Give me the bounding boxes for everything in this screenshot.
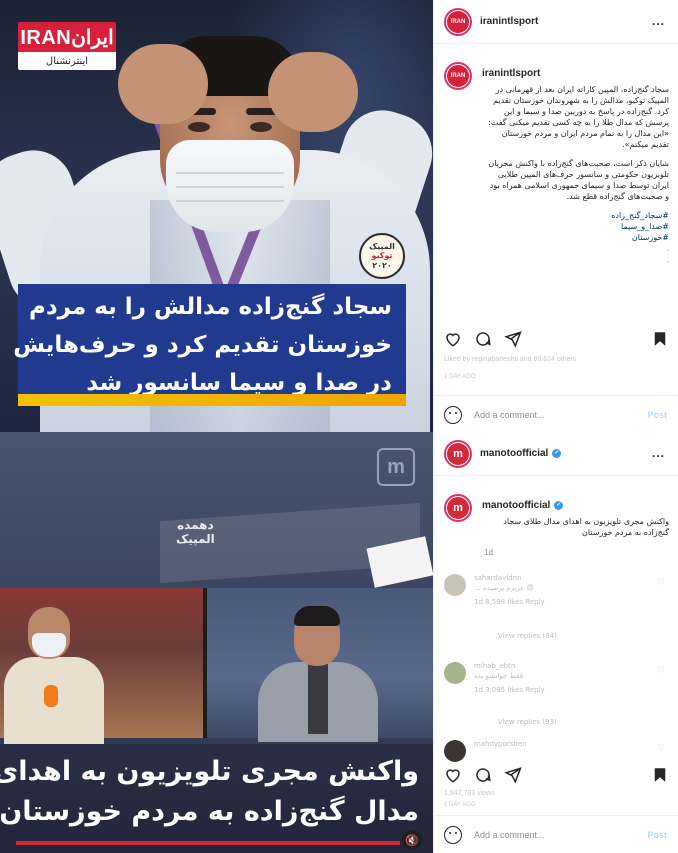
- image-caption-overlay: سجاد گنج‌زاده مدالش را به مردم خوزستان ت…: [13, 284, 406, 406]
- video-progress-bar[interactable]: [16, 841, 400, 845]
- action-bar: [444, 762, 669, 788]
- verified-badge-icon: ✓: [552, 448, 562, 458]
- post-timestamp: 1 DAY AGO: [444, 802, 476, 808]
- hashtag-link[interactable]: #سجاد_گنج_زاده: [484, 210, 669, 221]
- comment-like-icon[interactable]: ♡: [657, 578, 665, 588]
- post-caption: m manotoofficial ✓ واکنش مجری تلویزیون به…: [444, 494, 669, 564]
- caption-dots: . .: [666, 244, 669, 264]
- avatar[interactable]: [444, 662, 466, 684]
- avatar[interactable]: m: [444, 439, 472, 468]
- athlete-figure: [4, 607, 104, 747]
- share-icon[interactable]: [504, 330, 522, 348]
- post-iranintlsport: IRANایران اینترنشنال المپیک توکیو ۲۰۲۰ س…: [0, 0, 678, 432]
- emoji-icon[interactable]: [444, 405, 462, 424]
- comment-icon[interactable]: [474, 330, 492, 348]
- post-manotoofficial: m دهمده المپیک واکنش مجری تلویزیون به اه…: [0, 432, 678, 853]
- anchor-figure: [258, 606, 378, 742]
- like-heart-icon[interactable]: [444, 330, 462, 348]
- username-link[interactable]: manotoofficial ✓: [480, 448, 562, 459]
- post-sidebar: m manotoofficial ✓ ... m manotoofficial ✓ …: [433, 432, 678, 853]
- caption-line: واکنش مجری تلویزیون به اهدای: [0, 756, 419, 787]
- save-bookmark-icon[interactable]: [651, 330, 669, 348]
- video-caption-overlay: واکنش مجری تلویزیون به اهدای مدال گنج‌زا…: [0, 744, 433, 853]
- avatar[interactable]: IRAN: [444, 62, 472, 90]
- comment-like-icon[interactable]: ♡: [657, 744, 665, 754]
- emoji-icon[interactable]: [444, 825, 462, 844]
- views-count[interactable]: 1,842,783 views: [444, 790, 495, 797]
- comment-item: sahardavidnn 😠 عزیزم پرسیده ... 1d 8,598…: [444, 574, 669, 614]
- caption-line: مدال گنج‌زاده به مردم خوزستان: [0, 796, 419, 827]
- comment-icon[interactable]: [474, 766, 492, 784]
- post-comment-button[interactable]: Post: [647, 830, 667, 840]
- view-replies-link[interactable]: View replies (93): [498, 718, 557, 726]
- post-header: IRAN iranintlsport ...: [434, 0, 678, 44]
- caption-line: خوزستان تقدیم کرد و حرف‌هایش: [13, 332, 392, 358]
- comment-input[interactable]: Add a comment...: [474, 410, 647, 420]
- more-options-icon[interactable]: ...: [652, 14, 665, 28]
- olympics-banner-text: دهمده المپیک: [176, 518, 215, 547]
- avatar[interactable]: IRAN: [444, 7, 472, 36]
- likes-count[interactable]: Liked by reginabaheshti and 98,624 other…: [444, 356, 576, 363]
- iran-international-logo: IRANایران اینترنشنال: [18, 22, 116, 70]
- post-sidebar: IRAN iranintlsport ... IRAN iranintlspor…: [433, 0, 678, 432]
- tokyo-olympics-badge: المپیک توکیو ۲۰۲۰: [359, 233, 405, 279]
- caption-text: واکنش مجری تلویزیون به اهدای مدال طلای س…: [503, 517, 669, 537]
- like-heart-icon[interactable]: [444, 766, 462, 784]
- post-video[interactable]: m دهمده المپیک واکنش مجری تلویزیون به اه…: [0, 432, 433, 853]
- more-options-icon[interactable]: ...: [652, 446, 665, 460]
- avatar[interactable]: m: [444, 494, 472, 522]
- avatar[interactable]: [444, 740, 466, 762]
- caption-username[interactable]: iranintlsport: [482, 68, 540, 79]
- post-caption: IRAN iranintlsport سجاد گنج‌زاده، المپین…: [444, 62, 669, 302]
- caption-time: 1d: [484, 548, 493, 557]
- save-bookmark-icon[interactable]: [651, 766, 669, 784]
- verified-badge-icon: ✓: [554, 500, 564, 510]
- post-comment-button[interactable]: Post: [647, 410, 667, 420]
- comment-item: mihab_ebtn فقط جوابشو بده 1d 3,095 likes…: [444, 662, 669, 702]
- caption-paragraph: شایان ذکر است، صحبت‌های گنج‌زاده با واکن…: [488, 159, 669, 201]
- caption-username[interactable]: manotoofficial ✓: [482, 500, 564, 511]
- add-comment-bar: Add a comment... Post: [434, 395, 678, 433]
- manoto-logo: m: [377, 448, 415, 486]
- hashtag-link[interactable]: #صدا_و_سیما: [484, 221, 669, 232]
- caption-accent-bar: [18, 394, 406, 406]
- add-comment-bar: Add a comment... Post: [434, 815, 678, 853]
- mute-icon[interactable]: 🔇: [402, 830, 422, 850]
- post-timestamp: 1 DAY AGO: [444, 374, 476, 380]
- post-image[interactable]: IRANایران اینترنشنال المپیک توکیو ۲۰۲۰ س…: [0, 0, 433, 432]
- caption-line: سجاد گنج‌زاده مدالش را به مردم: [29, 294, 392, 320]
- caption-paragraph: سجاد گنج‌زاده، المپین کاراته ایران بعد ا…: [488, 85, 669, 149]
- comment-like-icon[interactable]: ♡: [657, 666, 665, 676]
- share-icon[interactable]: [504, 766, 522, 784]
- username-link[interactable]: iranintlsport: [480, 16, 538, 27]
- microphone-icon: [44, 685, 58, 707]
- avatar[interactable]: [444, 574, 466, 596]
- post-header: m manotoofficial ✓ ...: [434, 432, 678, 476]
- comment-input[interactable]: Add a comment...: [474, 830, 647, 840]
- action-bar: [444, 326, 669, 352]
- view-replies-link[interactable]: View replies (34): [498, 632, 557, 640]
- hashtag-link[interactable]: #خوزستان: [484, 232, 669, 243]
